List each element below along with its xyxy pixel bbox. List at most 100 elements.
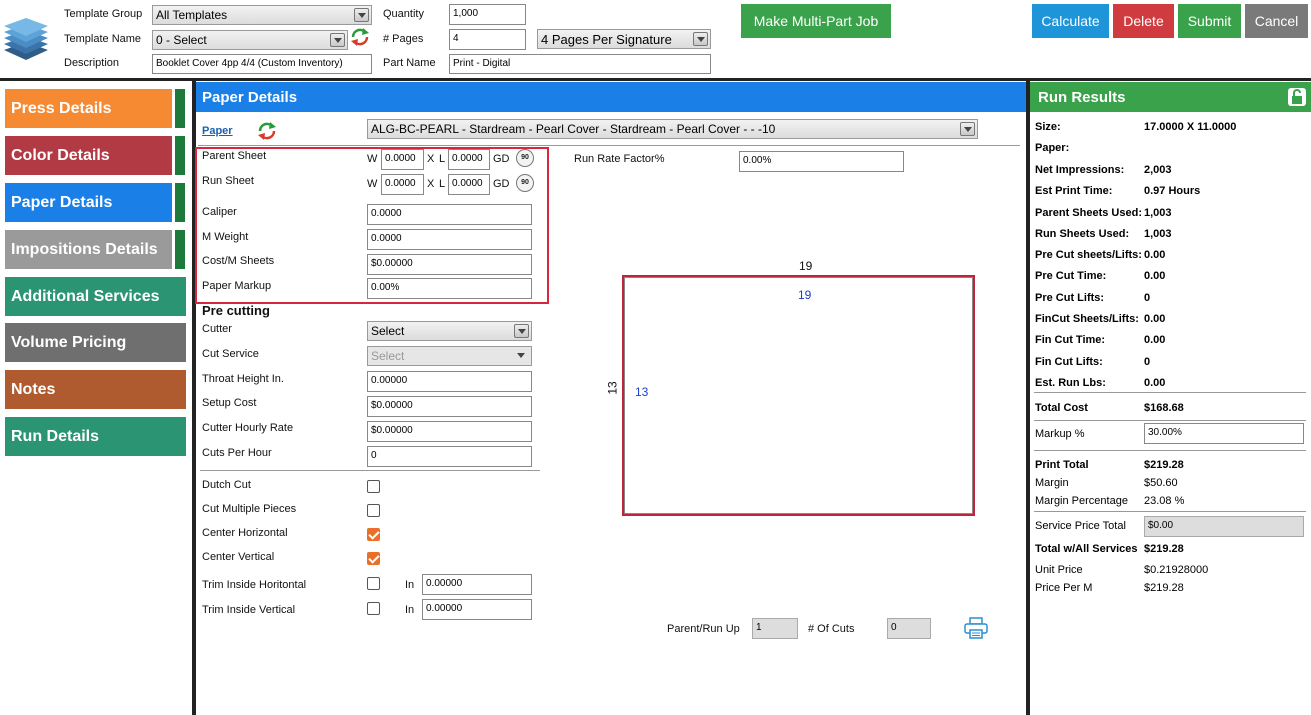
number-of-cuts-field[interactable]: 0 [887,618,931,639]
paper-markup-field[interactable]: 0.00% [367,278,532,299]
pages-per-signature-select[interactable]: 4 Pages Per Signature [537,29,711,49]
unit-price-value: $0.21928000 [1144,564,1209,576]
cancel-button[interactable]: Cancel [1245,4,1308,38]
price-per-m-value: $219.28 [1144,582,1184,594]
paper-select[interactable]: ALG-BC-PEARL - Stardream - Pearl Cover -… [367,119,978,139]
description-field[interactable]: Booklet Cover 4pp 4/4 (Custom Inventory) [152,54,372,74]
margin-percentage-label: Margin Percentage [1035,495,1128,507]
setup-field[interactable]: $0.00000 [367,396,532,417]
cost-field[interactable]: $0.00000 [367,254,532,275]
template-group-label: Template Group [64,8,143,20]
caliper-field[interactable]: 0.0000 [367,204,532,225]
parent-run-up-field[interactable]: 1 [752,618,798,639]
result-value: 0.00 [1144,377,1166,389]
result-value: 0.00 [1144,270,1166,282]
result-value: 1,003 [1144,207,1172,219]
caliper-label: Caliper [202,206,237,218]
trim-horizontal-checkbox[interactable] [367,577,380,590]
result-label: Fin Cut Time: [1035,334,1106,346]
print-total-value: $219.28 [1144,459,1184,471]
submit-button[interactable]: Submit [1178,4,1241,38]
unlock-icon[interactable] [1288,88,1306,106]
chevron-down-icon [514,349,529,363]
hourly-field[interactable]: $0.00000 [367,421,532,442]
chevron-down-icon [514,324,529,338]
sidebar-item-press-details[interactable]: Press Details [5,89,172,128]
pre-cutting-title: Pre cutting [202,303,270,318]
description-label: Description [64,57,120,69]
result-label: Run Sheets Used: [1035,228,1130,240]
gd-label: GD [493,153,510,165]
sidebar-tab-marker [175,136,185,175]
cuts-per-hour-field[interactable]: 0 [367,446,532,467]
center-horizontal-checkbox[interactable] [367,528,380,541]
result-value: 1,003 [1144,228,1172,240]
markup-field[interactable]: 30.00% [1144,423,1304,444]
quantity-field[interactable]: 1,000 [449,4,526,25]
dutch-cut-checkbox[interactable] [367,480,380,493]
trim-vertical-checkbox[interactable] [367,602,380,615]
price-per-m-label: Price Per M [1035,582,1093,594]
app-logo [3,16,49,62]
run-length-field[interactable]: 0.0000 [448,174,490,195]
cut-service-select[interactable]: Select [367,346,532,366]
center-vertical-checkbox[interactable] [367,552,380,565]
paper-markup-label: Paper Markup [202,280,272,292]
result-label: Pre Cut Time: [1035,270,1107,282]
template-name-select[interactable]: 0 - Select [152,30,348,50]
sidebar-item-color-details[interactable]: Color Details [5,136,172,175]
trim-horizontal-field[interactable]: 0.00000 [422,574,532,595]
make-multi-part-button[interactable]: Make Multi-Part Job [741,4,891,38]
printer-icon[interactable] [963,617,989,639]
sidebar-item-notes[interactable]: Notes [5,370,186,409]
chevron-down-icon [330,33,345,47]
sidebar-item-volume-pricing[interactable]: Volume Pricing [5,323,186,362]
hourly-label: Cutter Hourly Rate [202,422,294,434]
result-label: Parent Sheets Used: [1035,207,1142,219]
throat-field[interactable]: 0.00000 [367,371,532,392]
sidebar-tab-marker [175,89,185,128]
cut-multiple-checkbox[interactable] [367,504,380,517]
trim-vertical-field[interactable]: 0.00000 [422,599,532,620]
cuts-per-hour-label: Cuts Per Hour [202,447,272,459]
paper-link[interactable]: Paper [202,125,233,137]
sheet-preview [622,275,975,516]
run-results-title: Run Results [1038,89,1126,106]
run-width-field[interactable]: 0.0000 [381,174,424,195]
l-label: L [439,178,446,190]
refresh-icon[interactable] [257,122,277,140]
sidebar-item-impositions-details[interactable]: Impositions Details [5,230,172,269]
sidebar-item-paper-details[interactable]: Paper Details [5,183,172,222]
parent-width-field[interactable]: 0.0000 [381,149,424,170]
result-value: 0.00 [1144,313,1166,325]
parent-length-field[interactable]: 0.0000 [448,149,490,170]
run-rate-field[interactable]: 0.00% [739,151,904,172]
result-label: Est. Run Lbs: [1035,377,1106,389]
quantity-label: Quantity [383,8,424,20]
dutch-cut-label: Dutch Cut [202,479,251,491]
cutter-select[interactable]: Select [367,321,532,341]
rotate-90-icon[interactable]: 90 [516,149,534,167]
x-label: X [427,178,435,190]
cut-multiple-label: Cut Multiple Pieces [202,503,297,515]
result-value: 2,003 [1144,164,1172,176]
service-price-label: Service Price Total [1035,520,1126,532]
refresh-icon[interactable] [350,28,370,46]
rotate-90-icon[interactable]: 90 [516,174,534,192]
mweight-field[interactable]: 0.0000 [367,229,532,250]
pages-field[interactable]: 4 [449,29,526,50]
paper-details-header: Paper Details [196,82,1026,112]
calculate-button[interactable]: Calculate [1032,4,1109,38]
delete-button[interactable]: Delete [1113,4,1174,38]
number-of-cuts-label: # Of Cuts [808,623,855,635]
template-group-value: All Templates [156,8,228,22]
trim-vertical-label: Trim Inside Vertical [202,604,296,616]
sidebar-item-run-details[interactable]: Run Details [5,417,186,456]
chevron-down-icon [693,32,708,46]
sidebar-item-additional-services[interactable]: Additional Services [5,277,186,316]
result-value: 0.97 Hours [1144,185,1201,197]
top-dimension: 19 [799,259,813,273]
template-group-select[interactable]: All Templates [152,5,372,25]
part-name-field[interactable]: Print - Digital [449,54,711,74]
paper-select-value: ALG-BC-PEARL - Stardream - Pearl Cover -… [371,122,776,136]
